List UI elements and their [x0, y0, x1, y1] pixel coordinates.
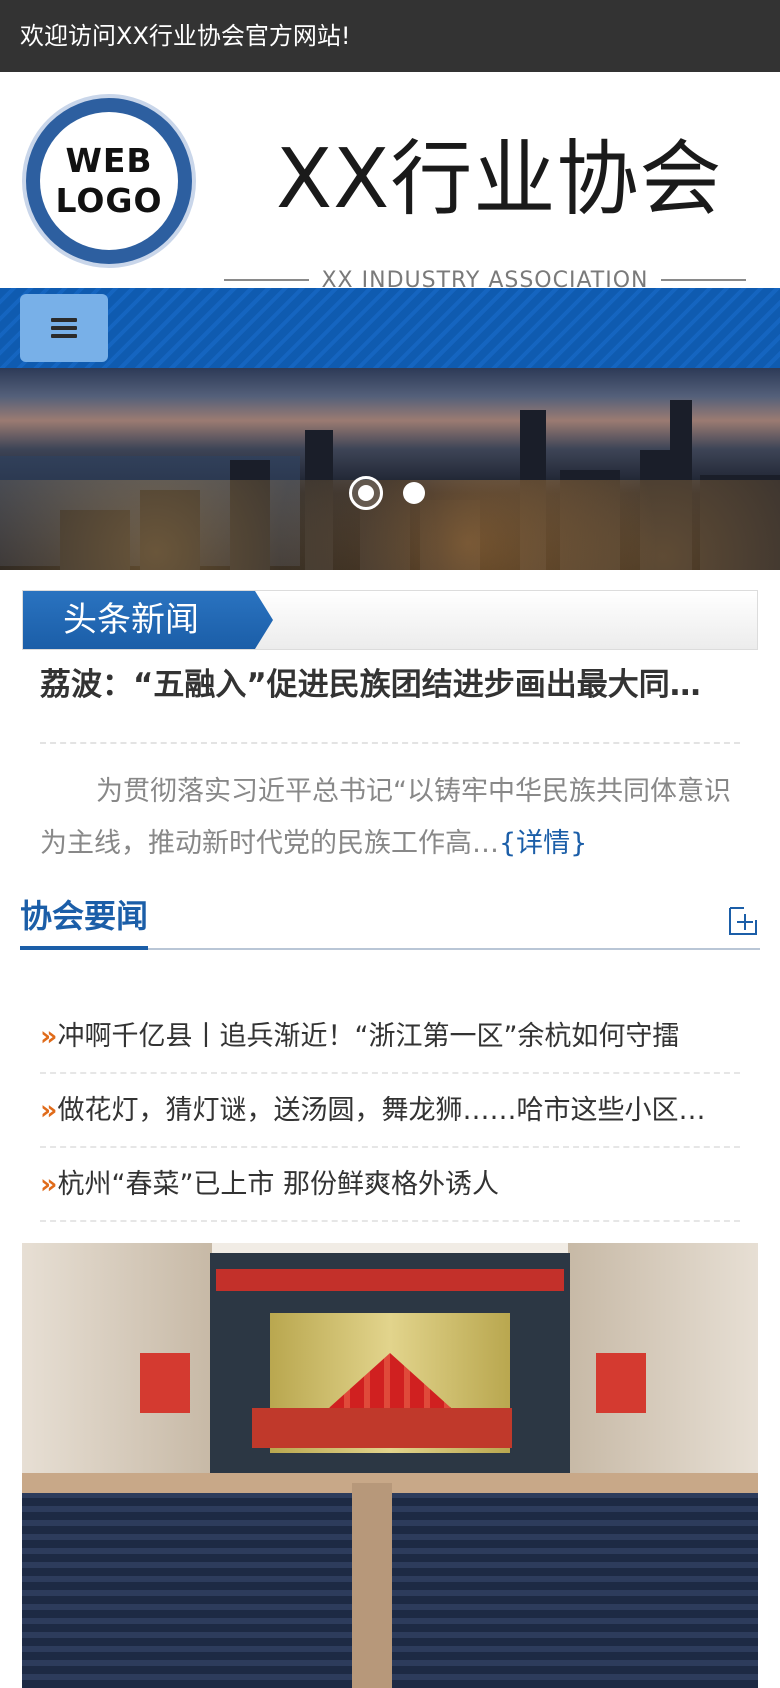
list-marker: »: [40, 1021, 58, 1052]
headline-title-link[interactable]: 荔波：“五融入”促进民族团结进步画出最大同…: [40, 664, 740, 706]
hamburger-icon: [51, 318, 77, 338]
photo-stage-banner: [216, 1269, 564, 1291]
headline-tab-label: 头条新闻: [63, 600, 199, 640]
banner-city-lights: [0, 480, 780, 570]
headline-summary-text: 为贯彻落实习近平总书记“以铸牢中华民族共同体意识为主线，推动新时代党的民族工作高…: [40, 776, 731, 859]
list-item-text: 做花灯，猜灯谜，送汤圆，舞龙狮……哈市这些小区…: [57, 1095, 706, 1126]
headline-tab: 头条新闻: [23, 591, 273, 649]
top-welcome-bar: 欢迎访问XX行业协会官方网站!: [0, 0, 780, 72]
headline-section: 头条新闻 荔波：“五融入”促进民族团结进步画出最大同… 为贯彻落实习近平总书记“…: [0, 570, 780, 868]
list-marker: »: [40, 1095, 58, 1126]
photo-aisle: [352, 1483, 392, 1688]
news-photo[interactable]: [22, 1243, 758, 1688]
photo-podium: [252, 1408, 512, 1448]
menu-button[interactable]: [20, 294, 108, 362]
site-title: XX行业协会: [276, 132, 723, 227]
subtitle-rule-left: [224, 279, 310, 281]
banner-slider[interactable]: [0, 368, 780, 570]
site-logo[interactable]: WEB LOGO: [22, 94, 196, 268]
site-header: WEB LOGO XX行业协会 XX INDUSTRY ASSOCIATION: [0, 72, 780, 293]
welcome-text: 欢迎访问XX行业协会官方网站!: [20, 22, 351, 50]
photo-stage: [210, 1253, 570, 1493]
list-item-text: 杭州“春菜”已上市 那份鲜爽格外诱人: [57, 1169, 500, 1200]
nav-bar: [0, 288, 780, 368]
association-news-header: 协会要闻: [20, 886, 760, 950]
subtitle-rule-right: [660, 279, 746, 281]
list-item[interactable]: »杭州“春菜”已上市 那份鲜爽格外诱人: [40, 1148, 740, 1222]
plus-icon[interactable]: [726, 904, 760, 938]
headline-summary: 为贯彻落实习近平总书记“以铸牢中华民族共同体意识为主线，推动新时代党的民族工作高…: [40, 766, 745, 870]
list-item[interactable]: »冲啊千亿县丨追兵渐近！“浙江第一区”余杭如何守擂: [40, 1000, 740, 1074]
slider-dot-active[interactable]: [349, 476, 383, 510]
photo-sign-left: [140, 1353, 190, 1413]
association-news-title: 协会要闻: [20, 896, 149, 950]
list-marker: »: [40, 1169, 58, 1200]
headline-divider: [40, 742, 740, 744]
association-news-list: »冲啊千亿县丨追兵渐近！“浙江第一区”余杭如何守擂 »做花灯，猜灯谜，送汤圆，舞…: [40, 1000, 740, 1222]
slider-dot[interactable]: [403, 482, 425, 504]
list-item-text: 冲啊千亿县丨追兵渐近！“浙江第一区”余杭如何守擂: [57, 1021, 680, 1052]
headline-header-bar: 头条新闻: [22, 590, 758, 650]
photo-sign-right: [596, 1353, 646, 1413]
list-item[interactable]: »做花灯，猜灯谜，送汤圆，舞龙狮……哈市这些小区…: [40, 1074, 740, 1148]
details-link[interactable]: {详情}: [499, 828, 587, 859]
logo-line-1: WEB: [65, 141, 153, 180]
logo-inner: WEB LOGO: [40, 112, 178, 250]
logo-line-2: LOGO: [55, 181, 163, 220]
